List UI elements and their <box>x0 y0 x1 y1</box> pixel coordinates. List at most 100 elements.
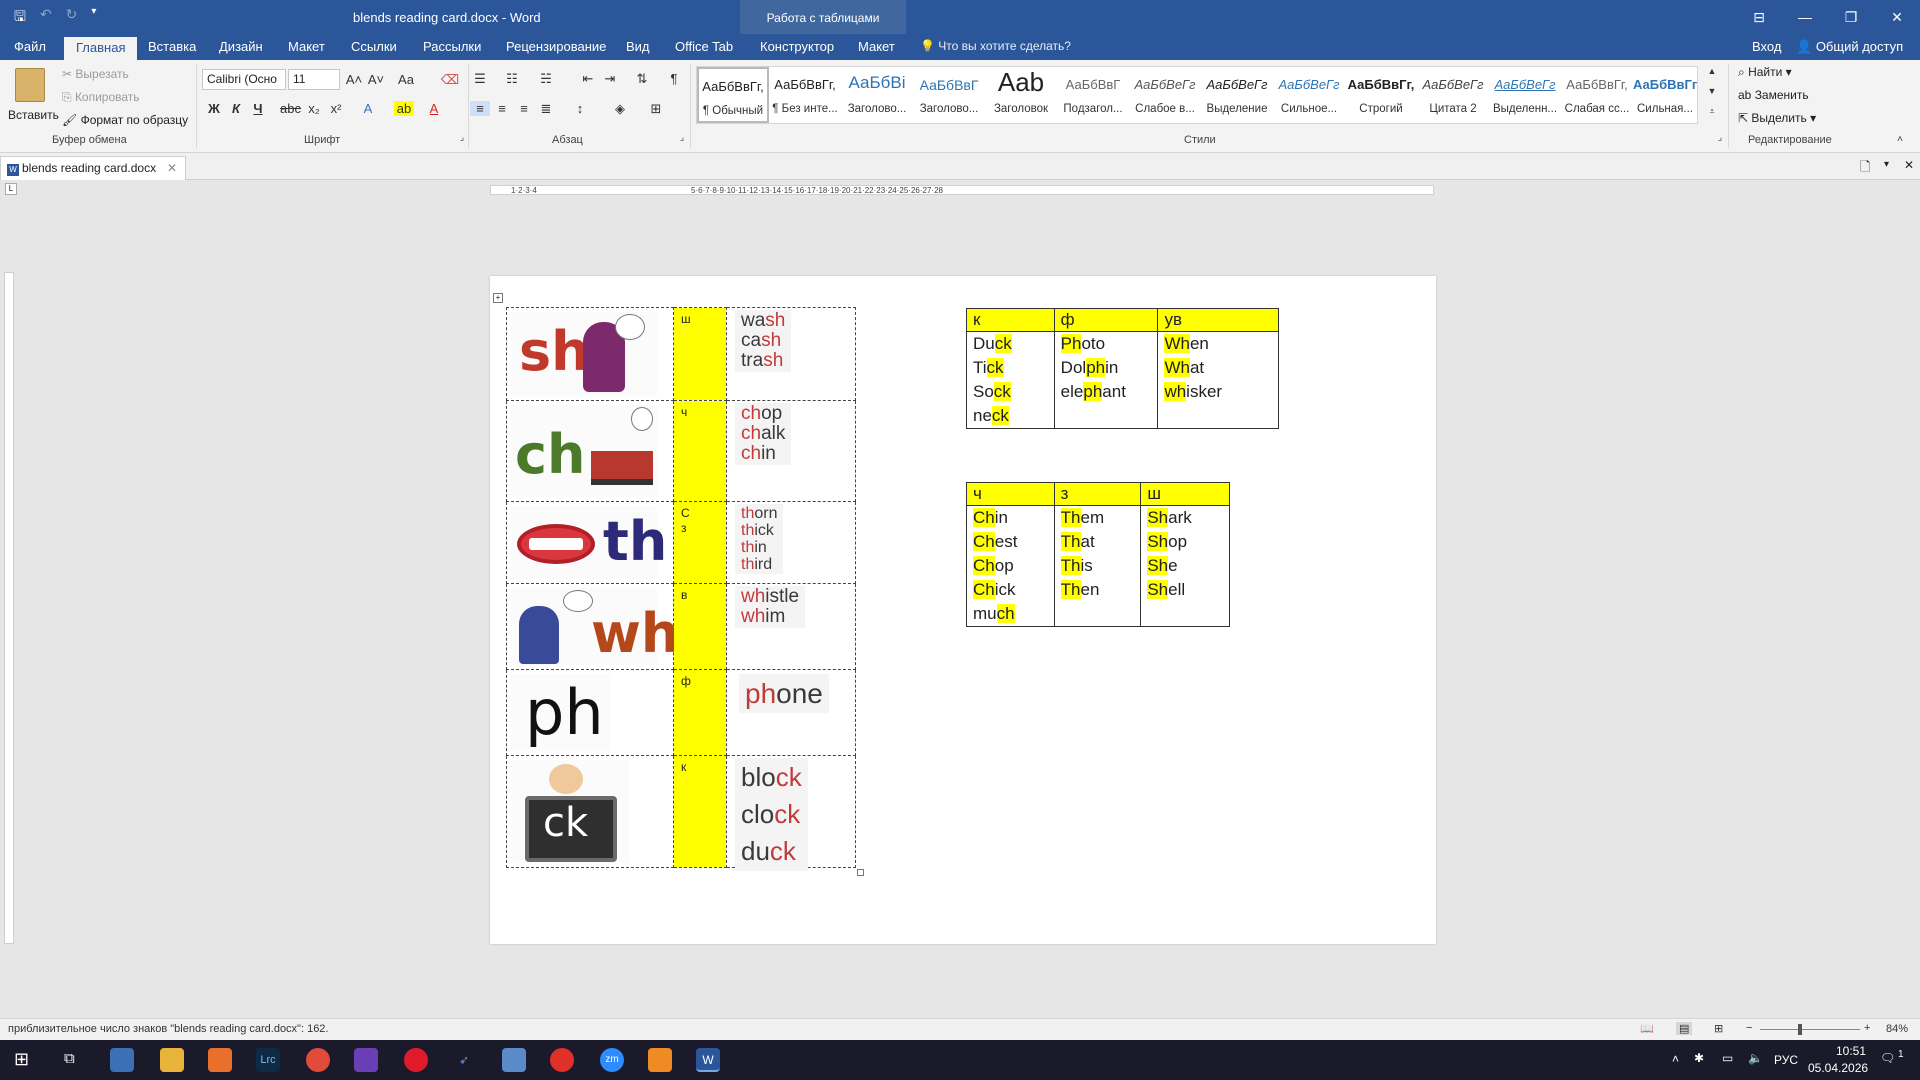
grow-font-icon[interactable]: A˄ <box>344 72 364 87</box>
zoom-slider[interactable] <box>1760 1029 1860 1030</box>
style-emphasis[interactable]: АаБбВеГг Выделение <box>1201 67 1273 123</box>
words-cell[interactable]: chop chalk chin <box>726 400 856 502</box>
style-subtle-reference[interactable]: АаБбВвГг, Слабая сс... <box>1561 67 1633 123</box>
words-cell[interactable]: thorn thick thin third <box>726 501 856 584</box>
app-icon-desktop[interactable] <box>110 1048 134 1072</box>
tab-design[interactable]: Дизайн <box>219 39 263 54</box>
style-heading-1[interactable]: АаБбВі Заголово... <box>841 67 913 123</box>
align-left-icon[interactable]: ≡ <box>470 101 490 116</box>
volume-icon[interactable]: 🔈 <box>1748 1051 1763 1065</box>
ribbon-display-button[interactable]: ⊟ <box>1736 0 1782 34</box>
table-cell[interactable]: Duck Tick Sock neck <box>966 331 1055 429</box>
font-size-field[interactable]: 11 <box>288 69 340 90</box>
tab-table-layout[interactable]: Макет <box>858 39 895 54</box>
language-indicator[interactable]: РУС <box>1774 1053 1798 1067</box>
style-intense-quote[interactable]: АаБбВеГг Выделенн... <box>1489 67 1561 123</box>
paragraph-dialog-launcher-icon[interactable]: ⌟ <box>672 132 692 143</box>
table-cell[interactable]: When What whisker <box>1157 331 1279 429</box>
style-strong[interactable]: АаБбВвГг, Строгий <box>1345 67 1417 123</box>
tab-file[interactable]: Файл <box>14 39 46 54</box>
save-icon[interactable]: 🖫 <box>14 6 26 30</box>
underline-button[interactable]: Ч <box>248 101 268 116</box>
header-cell[interactable]: ч <box>966 482 1055 506</box>
tab-office-tab[interactable]: Office Tab <box>675 39 733 54</box>
zoom-level[interactable]: 84% <box>1886 1023 1908 1035</box>
sound-cell[interactable]: С з <box>673 501 727 584</box>
close-document-icon[interactable]: ✕ <box>1904 158 1914 172</box>
header-cell[interactable]: ш <box>1140 482 1230 506</box>
sign-in-button[interactable]: Вход <box>1752 39 1781 54</box>
blend-picture-cell[interactable]: wh <box>506 583 679 670</box>
network-icon[interactable]: ▭ <box>1722 1051 1733 1065</box>
blend-picture-cell[interactable]: ck <box>506 755 674 868</box>
style-intense-emphasis[interactable]: АаБбВеГг Сильное... <box>1273 67 1345 123</box>
table-move-handle-icon[interactable]: + <box>493 293 503 303</box>
cut-button[interactable]: ✂ Вырезать <box>62 67 129 81</box>
align-center-icon[interactable]: ≡ <box>492 101 512 116</box>
style-quote-2[interactable]: АаБбВеГг Цитата 2 <box>1417 67 1489 123</box>
line-spacing-icon[interactable]: ↕ <box>570 101 590 116</box>
table-cell[interactable]: Photo Dolphin elephant <box>1053 331 1159 429</box>
style-no-spacing[interactable]: АаБбВвГг, ¶ Без инте... <box>769 67 841 123</box>
bluetooth-icon[interactable]: ✱ <box>1694 1051 1704 1065</box>
styles-scroll-down-icon[interactable]: ▼ <box>1702 86 1722 96</box>
task-view-icon[interactable]: ⧉ <box>64 1050 75 1067</box>
collapse-ribbon-icon[interactable]: ˄ <box>1890 134 1910 145</box>
chrome-icon[interactable] <box>306 1048 330 1072</box>
tab-selector-icon[interactable]: L <box>5 183 17 195</box>
header-cell[interactable]: ув <box>1157 308 1279 332</box>
format-painter-button[interactable]: 🖌 Формат по образцу <box>62 113 188 127</box>
table-resize-handle-icon[interactable] <box>857 869 864 876</box>
replace-button[interactable]: ab Заменить <box>1738 88 1809 102</box>
sort-icon[interactable]: ⇅ <box>632 71 652 87</box>
notifications-icon[interactable]: 🗨 <box>1880 1051 1895 1065</box>
visual-studio-icon[interactable] <box>354 1048 378 1072</box>
shading-icon[interactable]: ◈ <box>610 101 630 117</box>
table-cell[interactable]: Shark Shop She Shell <box>1140 505 1230 627</box>
style-subtitle[interactable]: АаБбВвГ Подзагол... <box>1057 67 1129 123</box>
font-dialog-launcher-icon[interactable]: ⌟ <box>452 132 472 143</box>
bullets-icon[interactable]: ☰ <box>470 71 490 87</box>
decrease-indent-icon[interactable]: ⇤ <box>578 71 598 87</box>
document-tab[interactable]: Wblends reading card.docx ✕ <box>0 156 186 180</box>
styles-more-icon[interactable]: ⩡ <box>1702 106 1722 117</box>
tab-review[interactable]: Рецензирование <box>506 39 606 54</box>
close-tab-icon[interactable]: ✕ <box>167 161 177 175</box>
table-cell[interactable]: Them That This Then <box>1053 505 1142 627</box>
font-name-field[interactable]: Calibri (Осно <box>202 69 286 90</box>
tab-home[interactable]: Главная <box>64 37 138 60</box>
find-button[interactable]: ⌕ Найти ▾ <box>1738 65 1792 80</box>
maximize-button[interactable]: ❐ <box>1828 0 1874 34</box>
tab-layout[interactable]: Макет <box>288 39 325 54</box>
text-effects-icon[interactable]: A <box>358 101 378 116</box>
app-icon-notepad[interactable] <box>502 1048 526 1072</box>
style-subtle-emphasis[interactable]: АаБбВеГг Слабое в... <box>1129 67 1201 123</box>
sound-cell[interactable]: к <box>673 755 727 868</box>
paste-button[interactable]: Вставить <box>8 68 59 122</box>
borders-icon[interactable]: ⊞ <box>646 101 666 117</box>
clock-date[interactable]: 05.04.2026 <box>1808 1061 1868 1075</box>
styles-dialog-launcher-icon[interactable]: ⌟ <box>1710 132 1730 143</box>
opera-icon[interactable] <box>404 1048 428 1072</box>
italic-button[interactable]: К <box>226 101 246 116</box>
sound-cell[interactable]: в <box>673 583 727 670</box>
multilevel-list-icon[interactable]: ☵ <box>536 71 556 87</box>
style-normal[interactable]: АаБбВвГг, ¶ Обычный <box>697 67 769 123</box>
subscript-icon[interactable]: x₂ <box>304 101 324 116</box>
words-cell[interactable]: wash cash trash <box>726 307 856 401</box>
numbering-icon[interactable]: ☷ <box>502 71 522 87</box>
style-heading-2[interactable]: АаБбВвГ Заголово... <box>913 67 985 123</box>
superscript-icon[interactable]: x² <box>326 101 346 116</box>
clock-time[interactable]: 10:51 <box>1836 1044 1866 1058</box>
blend-picture-cell[interactable]: ph <box>506 669 674 756</box>
words-cell[interactable]: block clock duck <box>726 755 856 871</box>
undo-icon[interactable]: ↶ <box>40 6 52 30</box>
vertical-ruler[interactable] <box>4 272 14 944</box>
shrink-font-icon[interactable]: A˅ <box>366 72 386 87</box>
header-cell[interactable]: ф <box>1053 308 1159 332</box>
words-cell[interactable]: whistle whim <box>726 583 856 670</box>
start-button[interactable]: ⊞ <box>14 1049 29 1070</box>
close-button[interactable]: ✕ <box>1874 0 1920 34</box>
sound-cell[interactable]: ч <box>673 400 727 502</box>
select-button[interactable]: ⇱ Выделить ▾ <box>1738 111 1816 125</box>
